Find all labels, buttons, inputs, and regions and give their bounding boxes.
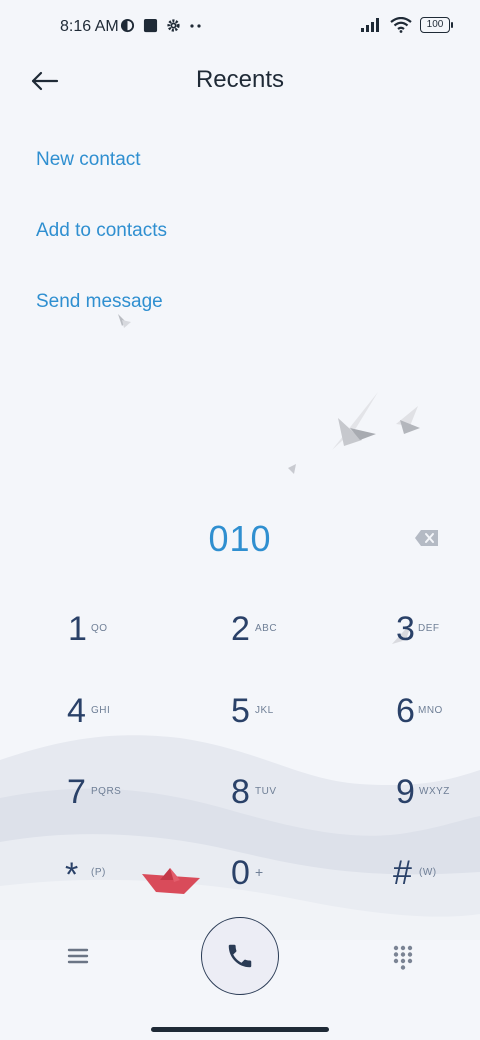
key-6-letters: MNO	[418, 705, 443, 716]
key-8-digit: 8	[231, 773, 250, 811]
status-notification-icons	[120, 18, 203, 33]
key-8-letters: TUV	[255, 786, 277, 797]
key-3-letters: DEF	[418, 623, 440, 634]
call-button[interactable]	[201, 917, 279, 995]
new-contact-link[interactable]: New contact	[36, 149, 141, 171]
key-9-letters: WXYZ	[419, 786, 450, 797]
key-hash-digit: #	[393, 854, 412, 892]
key-2-letters: ABC	[255, 623, 278, 634]
status-bar: 8:16 AM 100	[0, 0, 480, 56]
key-1-letters: QO	[91, 623, 108, 634]
wifi-icon	[390, 17, 412, 33]
key-4[interactable]: 4 GHI	[20, 680, 140, 740]
key-5[interactable]: 5 JKL	[180, 680, 300, 740]
key-star[interactable]: * (P)	[20, 842, 140, 902]
status-time: 8:16 AM	[60, 18, 119, 35]
key-2-digit: 2	[231, 610, 250, 648]
gear-icon	[167, 19, 180, 32]
key-9[interactable]: 9 WXYZ	[340, 761, 460, 821]
key-9-digit: 9	[396, 773, 415, 811]
key-7-letters: PQRS	[91, 786, 122, 797]
dialed-number-display: 010	[208, 518, 272, 559]
page-title: Recents	[195, 66, 285, 93]
add-to-contacts-link[interactable]: Add to contacts	[36, 220, 167, 242]
paper-boat-decoration	[142, 868, 200, 894]
key-star-digit: *	[65, 856, 79, 894]
key-0-letters: +	[255, 864, 264, 880]
key-hash[interactable]: # (W)	[340, 842, 460, 902]
signal-icon	[361, 18, 379, 32]
key-5-letters: JKL	[255, 705, 274, 716]
key-star-letters: (P)	[91, 867, 106, 878]
key-3-digit: 3	[396, 610, 415, 648]
key-5-digit: 5	[231, 692, 250, 730]
key-1-digit: 1	[68, 610, 87, 648]
key-1[interactable]: 1 QO	[20, 598, 140, 658]
key-3[interactable]: 3 DEF	[340, 598, 460, 658]
key-6[interactable]: 6 MNO	[340, 680, 460, 740]
phone-icon	[228, 944, 252, 968]
key-4-letters: GHI	[91, 705, 111, 716]
home-indicator[interactable]	[151, 1027, 329, 1032]
dialpad-icon[interactable]	[392, 944, 414, 970]
key-7-digit: 7	[67, 773, 86, 811]
more-notifications-icon	[190, 24, 201, 28]
key-0-digit: 0	[231, 854, 250, 892]
battery-icon: 100	[420, 17, 453, 33]
key-hash-letters: (W)	[419, 867, 437, 878]
app-notification-icon	[143, 18, 158, 33]
backspace-icon[interactable]	[414, 528, 440, 548]
key-7[interactable]: 7 PQRS	[20, 761, 140, 821]
key-8[interactable]: 8 TUV	[180, 761, 300, 821]
menu-icon[interactable]	[64, 944, 92, 968]
status-system-icons: 100	[360, 17, 453, 33]
key-2[interactable]: 2 ABC	[180, 598, 300, 658]
wave-background-decoration	[0, 735, 480, 940]
key-4-digit: 4	[67, 692, 86, 730]
data-saver-icon	[120, 18, 135, 33]
key-6-digit: 6	[396, 692, 415, 730]
